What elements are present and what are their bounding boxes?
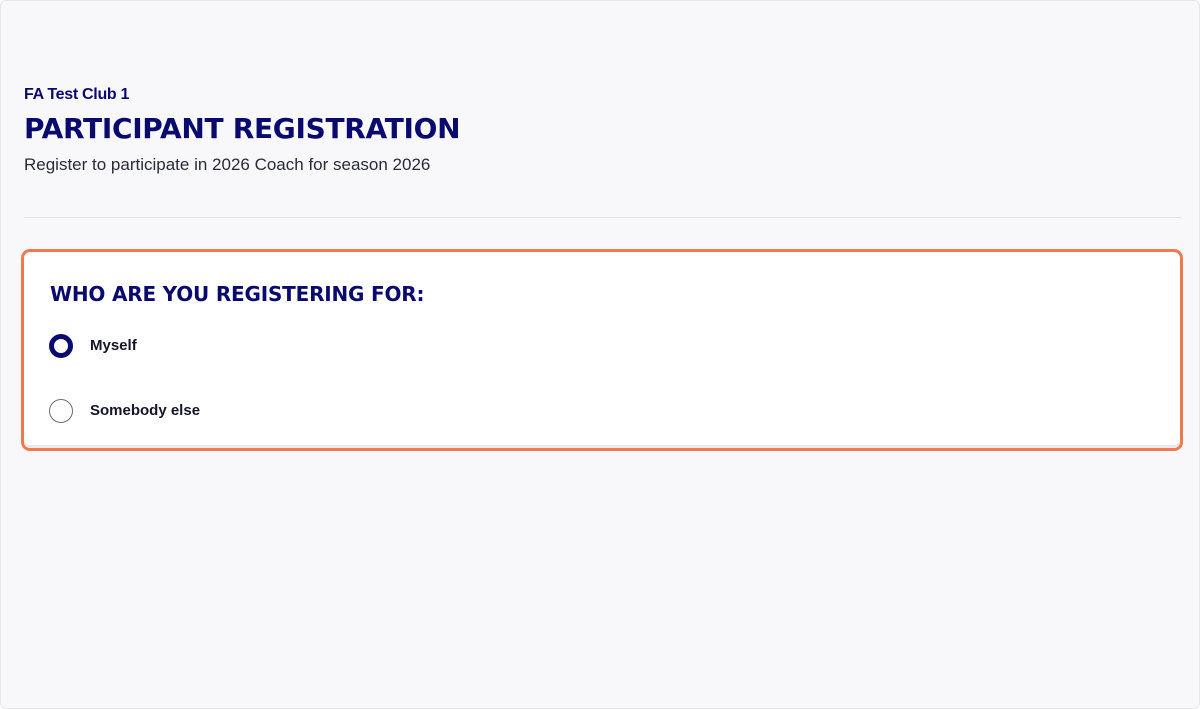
radio-option-label[interactable]: Somebody else bbox=[90, 401, 200, 421]
page-container: FA Test Club 1 PARTICIPANT REGISTRATION … bbox=[0, 0, 1200, 709]
radio-option-somebody-else[interactable]: Somebody else bbox=[49, 399, 200, 423]
registration-question: WHO ARE YOU REGISTERING FOR: bbox=[50, 282, 425, 306]
page-header: FA Test Club 1 PARTICIPANT REGISTRATION … bbox=[24, 85, 1181, 176]
radio-option-label[interactable]: Myself bbox=[90, 336, 137, 356]
header-divider bbox=[24, 217, 1181, 218]
page-subtitle: Register to participate in 2026 Coach fo… bbox=[24, 155, 431, 174]
registration-for-card: WHO ARE YOU REGISTERING FOR: Myself Some… bbox=[21, 249, 1183, 451]
page-title: PARTICIPANT REGISTRATION bbox=[24, 112, 461, 145]
radio-button-checked-icon[interactable] bbox=[49, 334, 73, 358]
club-name: FA Test Club 1 bbox=[24, 86, 130, 103]
card-body: WHO ARE YOU REGISTERING FOR: Myself Some… bbox=[24, 252, 1180, 448]
radio-option-myself[interactable]: Myself bbox=[49, 334, 137, 358]
radio-button-unchecked-icon[interactable] bbox=[49, 399, 73, 423]
